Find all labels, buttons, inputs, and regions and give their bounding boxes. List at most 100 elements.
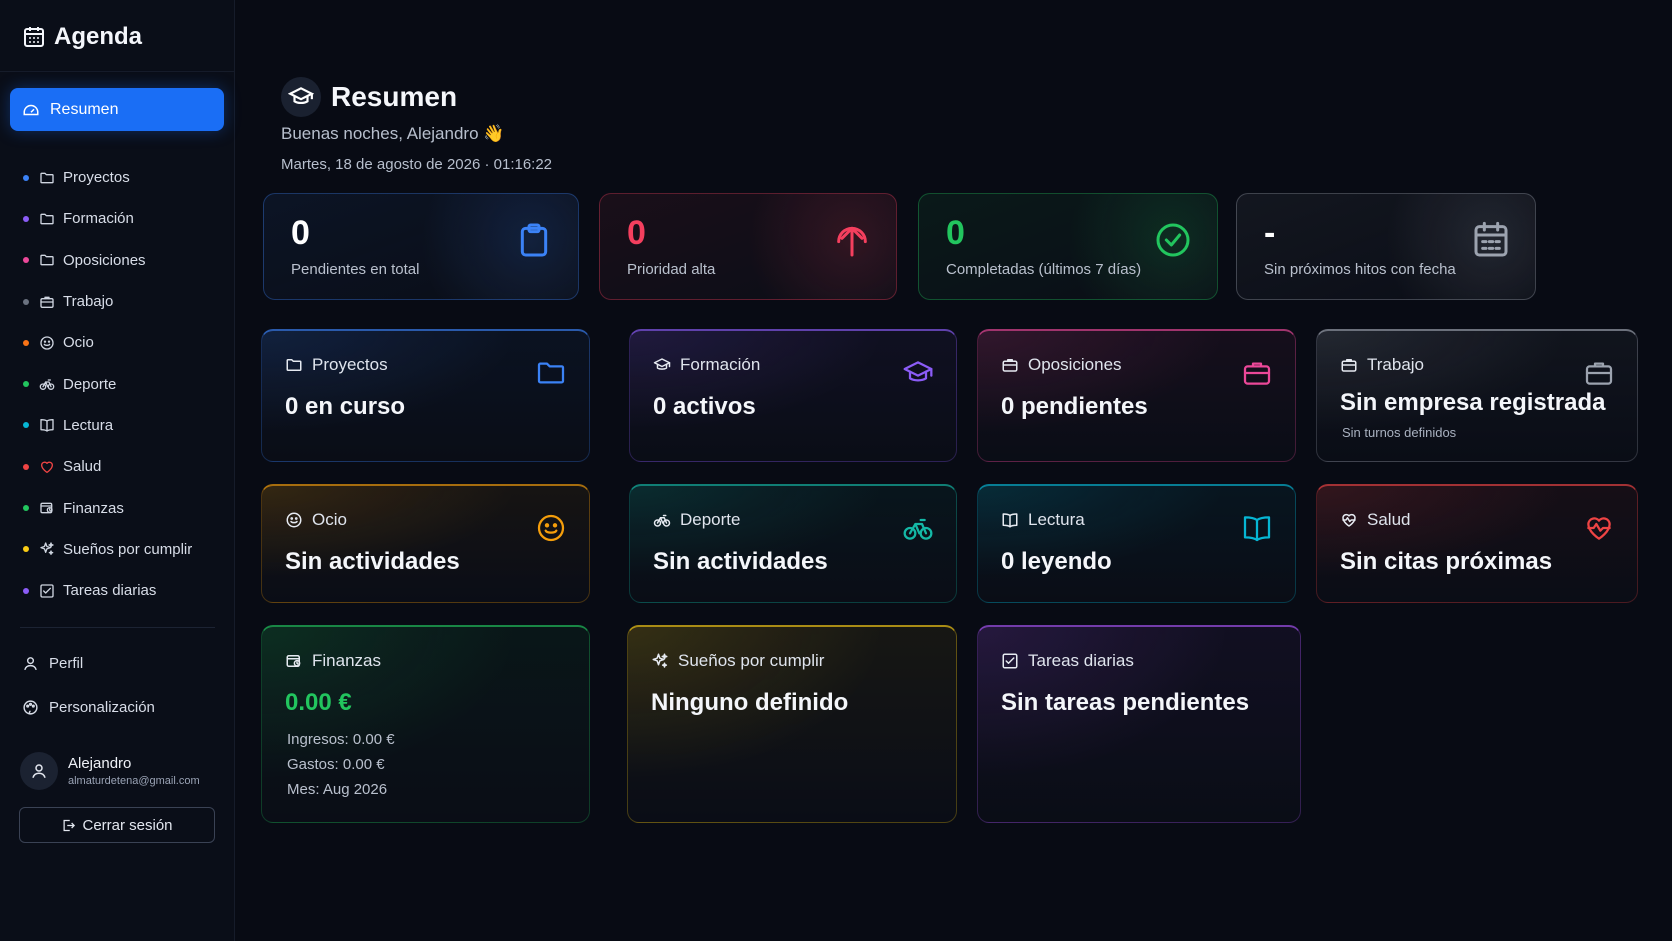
stat-card[interactable]: - Sin próximos hitos con fecha <box>1236 193 1536 300</box>
tile-header: Ocio <box>285 510 347 530</box>
avatar[interactable] <box>20 752 58 790</box>
color-dot <box>23 257 29 264</box>
briefcase-icon <box>1340 356 1358 374</box>
stat-card[interactable]: 0 Completadas (últimos 7 días) <box>918 193 1218 300</box>
heart-icon <box>39 459 55 475</box>
tile-lectura[interactable]: Lectura 0 leyendo <box>977 484 1296 603</box>
stat-value: 0 <box>627 214 646 252</box>
tile-header: Oposiciones <box>1001 355 1122 375</box>
book-icon <box>39 417 55 433</box>
tile-title: Formación <box>680 355 761 374</box>
color-dot <box>23 546 29 553</box>
tile-trabajo[interactable]: Trabajo Sin empresa registrada Sin turnos … <box>1316 329 1638 462</box>
heart-pulse-icon <box>1583 512 1615 544</box>
tile-tareas-diarias[interactable]: Tareas diarias Sin tareas pendientes <box>977 625 1301 823</box>
nav-item-label: Lectura <box>63 416 114 434</box>
folder-icon <box>39 211 55 227</box>
user-email: almaturdetena@gmail.com <box>68 775 200 787</box>
finance-line: Gastos: 0.00 € <box>287 756 385 773</box>
tile-sue-os-por-cumplir[interactable]: Sueños por cumplir Ninguno definido <box>627 625 957 823</box>
tile-deporte[interactable]: Deporte Sin actividades <box>629 484 957 603</box>
tile-title: Tareas diarias <box>1028 651 1134 670</box>
color-dot <box>23 381 29 388</box>
app-title: Agenda <box>54 23 143 50</box>
heart-pulse-icon <box>1340 511 1358 529</box>
nav-item-oposiciones[interactable]: Oposiciones <box>0 240 235 281</box>
tile-value: Sin actividades <box>653 548 828 575</box>
tile-finanzas[interactable]: Finanzas 0.00 € Ingresos: 0.00 € Gastos: 0.… <box>261 625 590 823</box>
tile-title: Ocio <box>312 510 347 529</box>
nav-item-label: Sueños por cumplir <box>63 540 193 558</box>
sidebar: Agenda Resumen Proyectos Formación Oposici… <box>0 0 235 941</box>
arrow-up-icon <box>832 220 872 260</box>
tile-title: Salud <box>1367 510 1411 529</box>
nav-item-label: Ocio <box>63 334 94 352</box>
checkbox-icon <box>39 583 55 599</box>
briefcase-icon <box>1583 357 1615 389</box>
briefcase-icon <box>1001 356 1019 374</box>
nav-item-label: Personalización <box>49 699 155 716</box>
nav-item-perfil[interactable]: Perfil <box>22 655 83 672</box>
tile-header: Trabajo <box>1340 355 1424 375</box>
stat-card[interactable]: 0 Pendientes en total <box>263 193 579 300</box>
nav-item-label: Trabajo <box>63 293 114 311</box>
color-dot <box>23 422 29 429</box>
user-info: Alejandro almaturdetena@gmail.com <box>20 752 200 790</box>
check-circle-icon <box>1153 220 1193 260</box>
user-icon <box>22 655 39 672</box>
color-dot <box>23 505 29 512</box>
user-icon <box>32 764 46 778</box>
nav-item-personalizacion[interactable]: Personalización <box>22 699 155 716</box>
tile-header: Salud <box>1340 510 1410 530</box>
smile-icon <box>285 511 303 529</box>
tile-formaci-n[interactable]: Formación 0 activos <box>629 329 957 462</box>
nav-item-formaci-n[interactable]: Formación <box>0 198 235 239</box>
tile-value: Sin tareas pendientes <box>1001 689 1250 716</box>
sparkles-icon <box>651 652 669 670</box>
app-brand[interactable]: Agenda <box>22 22 142 52</box>
nav-item-proyectos[interactable]: Proyectos <box>0 157 235 198</box>
datetime: Martes, 18 de agosto de 2026 · 01:16:22 <box>281 156 553 173</box>
nav-item-deporte[interactable]: Deporte <box>0 363 235 404</box>
stat-value: 0 <box>946 214 965 252</box>
nav-item-label: Perfil <box>49 655 84 672</box>
tile-oposiciones[interactable]: Oposiciones 0 pendientes <box>977 329 1296 462</box>
stat-card[interactable]: 0 Prioridad alta <box>599 193 897 300</box>
divider <box>0 71 235 72</box>
nav-item-lectura[interactable]: Lectura <box>0 405 235 446</box>
stat-label: Sin próximos hitos con fecha <box>1264 261 1456 278</box>
color-dot <box>23 215 29 222</box>
tile-value: 0 leyendo <box>1001 548 1112 575</box>
color-dot <box>23 339 29 346</box>
tile-header: Finanzas <box>285 651 381 671</box>
tile-header: Lectura <box>1001 510 1085 530</box>
nav-item-ocio[interactable]: Ocio <box>0 322 235 363</box>
tile-value: Ninguno definido <box>651 689 849 716</box>
folder-icon <box>39 170 55 186</box>
tile-salud[interactable]: Salud Sin citas próximas <box>1316 484 1638 603</box>
nav-item-trabajo[interactable]: Trabajo <box>0 281 235 322</box>
tile-proyectos[interactable]: Proyectos 0 en curso <box>261 329 590 462</box>
finance-line: Ingresos: 0.00 € <box>287 731 395 748</box>
logout-button[interactable]: Cerrar sesión <box>19 807 215 843</box>
tile-title: Sueños por cumplir <box>678 651 825 670</box>
briefcase-icon <box>1241 357 1273 389</box>
nav-item-tareas-diarias[interactable]: Tareas diarias <box>0 570 235 611</box>
nav-item-sue-os-por-cumplir[interactable]: Sueños por cumplir <box>0 529 235 570</box>
nav-item-label: Finanzas <box>63 499 124 517</box>
nav-item-resumen[interactable]: Resumen <box>10 88 224 131</box>
stat-value: 0 <box>291 214 310 252</box>
stat-value: - <box>1264 214 1276 252</box>
main-content: Resumen Buenas noches, Alejandro 👋 Marte… <box>235 0 1672 941</box>
wallet-icon <box>285 652 303 670</box>
nav-item-finanzas[interactable]: Finanzas <box>0 487 235 528</box>
clipboard-icon <box>514 220 554 260</box>
nav-item-label: Oposiciones <box>63 251 146 269</box>
logout-label: Cerrar sesión <box>82 816 173 834</box>
tile-ocio[interactable]: Ocio Sin actividades <box>261 484 590 603</box>
tile-header: Tareas diarias <box>1001 651 1134 671</box>
sparkles-icon <box>39 541 55 557</box>
color-dot <box>23 463 29 470</box>
tile-value: Sin actividades <box>285 548 460 575</box>
nav-item-salud[interactable]: Salud <box>0 446 235 487</box>
